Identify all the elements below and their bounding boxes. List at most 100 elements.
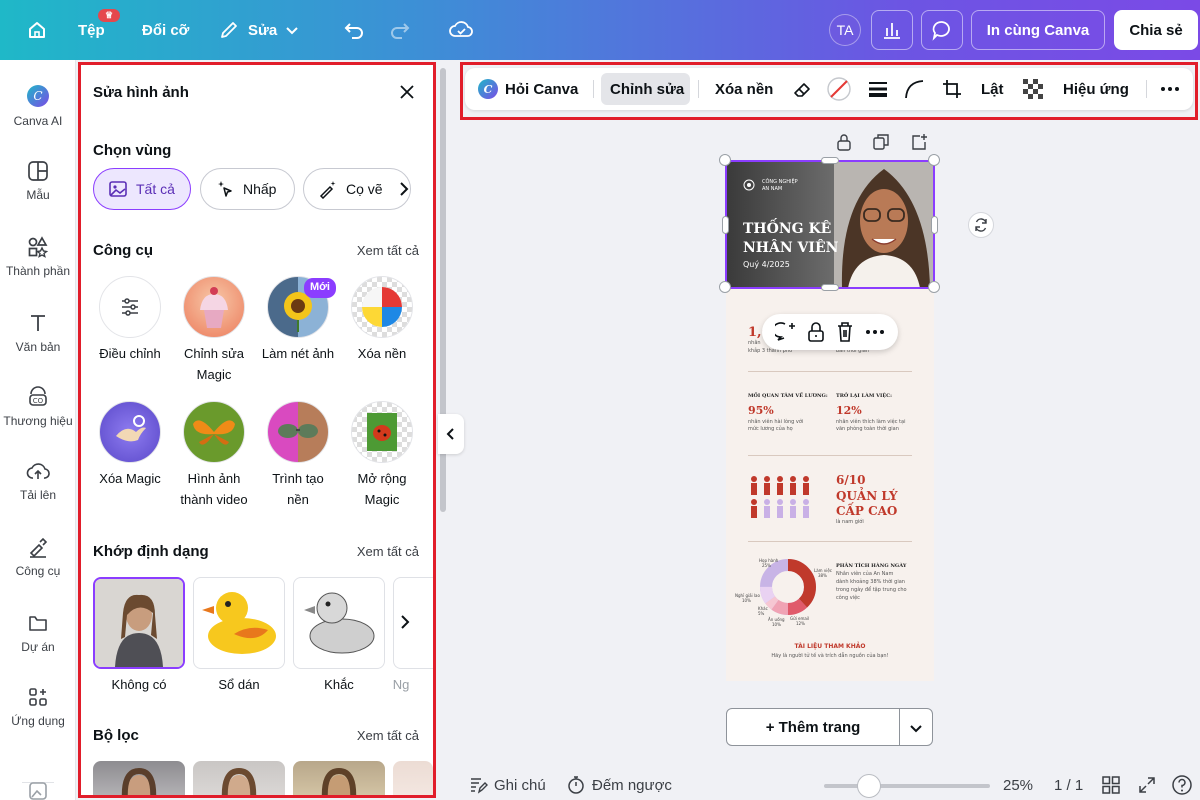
style-card-scrapbook[interactable] bbox=[193, 577, 285, 669]
duplicate-page-icon[interactable] bbox=[872, 133, 890, 151]
tool-magic-edit[interactable]: Chỉnh sửa Magic bbox=[174, 276, 254, 386]
transparency-button[interactable] bbox=[1022, 68, 1044, 110]
lock-icon[interactable] bbox=[806, 321, 826, 343]
file-menu[interactable]: Tệp ♕ bbox=[78, 0, 120, 60]
chip-click[interactable]: Nhấp bbox=[200, 168, 295, 210]
style-card-partial[interactable] bbox=[393, 577, 433, 669]
cupcake-icon bbox=[200, 287, 228, 328]
rail-item-templates[interactable]: Mẫu bbox=[0, 160, 76, 202]
timer-button[interactable]: Đếm ngược bbox=[566, 770, 672, 800]
more-icon[interactable] bbox=[864, 321, 886, 343]
ask-canva-button[interactable]: C Hỏi Canva bbox=[477, 68, 578, 110]
close-icon[interactable] bbox=[397, 82, 417, 102]
see-all-tools-link[interactable]: Xem tất cả bbox=[357, 243, 419, 258]
see-all-filters-link[interactable]: Xem tất cả bbox=[357, 728, 419, 743]
chip-all[interactable]: Tất cả bbox=[93, 168, 191, 210]
edit-image-panel: Sửa hình ảnh Chọn vùng Tất cả Nhấp Cọ vẽ… bbox=[78, 62, 436, 798]
resize-handle-bottom[interactable] bbox=[821, 284, 839, 291]
print-button[interactable]: In cùng Canva bbox=[971, 10, 1105, 50]
resize-handle-top[interactable] bbox=[821, 157, 839, 164]
filter-card[interactable] bbox=[293, 761, 385, 795]
donut-value-other: 5% bbox=[758, 611, 765, 616]
tool-label: Mở rộng bbox=[357, 471, 407, 486]
save-status-button[interactable] bbox=[448, 0, 474, 60]
home-button[interactable] bbox=[22, 0, 52, 60]
add-page-icon[interactable] bbox=[910, 133, 928, 151]
edit-button[interactable]: Chỉnh sửa bbox=[610, 68, 684, 110]
add-page-button[interactable]: + Thêm trang bbox=[726, 708, 933, 746]
rail-item-apps[interactable]: Ứng dụng bbox=[0, 686, 76, 728]
notes-button[interactable]: Ghi chú bbox=[468, 770, 546, 800]
rotate-button[interactable] bbox=[968, 212, 994, 238]
line-weight-icon bbox=[869, 82, 887, 97]
trash-icon[interactable] bbox=[835, 321, 855, 343]
fullscreen-button[interactable] bbox=[1137, 770, 1157, 800]
tool-background-generator[interactable]: Trình tạo nền bbox=[258, 401, 338, 511]
bar-chart-icon bbox=[884, 23, 900, 39]
butterfly-thumb bbox=[183, 401, 245, 463]
help-button[interactable] bbox=[1171, 770, 1193, 800]
filter-card[interactable] bbox=[93, 761, 185, 795]
flip-button[interactable]: Lật bbox=[981, 68, 1004, 110]
rail-item-text[interactable]: Văn bản bbox=[0, 312, 76, 354]
resize-handle-bl[interactable] bbox=[719, 281, 731, 293]
tool-image-to-video[interactable]: Hình ảnh thành video bbox=[174, 401, 254, 511]
rail-item-brand[interactable]: CO Thương hiệu bbox=[0, 386, 76, 428]
insights-button[interactable] bbox=[871, 10, 913, 50]
rail-item-tools[interactable]: Công cụ bbox=[0, 536, 76, 578]
left-rail: C Canva AI Mẫu Thành phần Văn bản CO Thư… bbox=[0, 60, 76, 800]
rail-item-canva-ai[interactable]: C Canva AI bbox=[0, 84, 76, 128]
effects-button[interactable]: Hiệu ứng bbox=[1063, 68, 1129, 110]
border-color-button[interactable] bbox=[826, 68, 852, 110]
zoom-slider[interactable] bbox=[824, 784, 990, 788]
grid-view-button[interactable] bbox=[1101, 770, 1121, 800]
rail-item-elements[interactable]: Thành phần bbox=[0, 236, 76, 278]
resize-handle-tr[interactable] bbox=[928, 154, 940, 166]
filter-card[interactable] bbox=[193, 761, 285, 795]
tool-magic-expand[interactable]: Mở rộng Magic bbox=[342, 401, 422, 511]
more-options-button[interactable] bbox=[1159, 68, 1181, 110]
see-all-styles-link[interactable]: Xem tất cả bbox=[357, 544, 419, 559]
tool-enhance[interactable]: Mới Làm nét ảnh bbox=[258, 276, 338, 365]
tool-label: Hình ảnh bbox=[187, 471, 241, 486]
chip-brush[interactable]: Cọ vẽ bbox=[303, 168, 411, 210]
comment-add-icon[interactable] bbox=[774, 321, 797, 343]
eraser-button[interactable] bbox=[791, 68, 813, 110]
filter-card[interactable] bbox=[393, 761, 433, 795]
tool-bg-remove[interactable]: Xóa nền bbox=[342, 276, 422, 365]
style-card-none[interactable] bbox=[93, 577, 185, 669]
zoom-slider-thumb[interactable] bbox=[857, 774, 881, 798]
corner-rounding-button[interactable] bbox=[903, 68, 925, 110]
share-button[interactable]: Chia sẻ bbox=[1114, 10, 1198, 50]
edit-menu[interactable]: Sửa bbox=[218, 0, 299, 60]
crop-button[interactable] bbox=[941, 68, 963, 110]
style-card-engraving[interactable] bbox=[293, 577, 385, 669]
lock-icon[interactable] bbox=[835, 133, 853, 151]
resize-handle-br[interactable] bbox=[928, 281, 940, 293]
bg-remove-button[interactable]: Xóa nền bbox=[715, 68, 773, 110]
redo-button[interactable] bbox=[388, 0, 412, 60]
resize-menu[interactable]: Đổi cỡ bbox=[142, 0, 189, 60]
resize-handle-left[interactable] bbox=[722, 216, 729, 234]
collapse-panel-button[interactable] bbox=[438, 414, 464, 454]
chevron-right-icon[interactable] bbox=[397, 181, 411, 197]
svg-text:CO: CO bbox=[33, 397, 44, 405]
page-count[interactable]: 1 / 1 bbox=[1054, 770, 1083, 800]
border-style-button[interactable] bbox=[867, 68, 889, 110]
elements-icon bbox=[28, 236, 49, 258]
zoom-percentage[interactable]: 25% bbox=[1003, 770, 1033, 800]
comments-button[interactable] bbox=[921, 10, 963, 50]
tool-adjust[interactable]: Điều chỉnh bbox=[90, 276, 170, 365]
file-label: Tệp bbox=[78, 21, 105, 39]
resize-handle-right[interactable] bbox=[931, 216, 938, 234]
rail-item-projects[interactable]: Dự án bbox=[0, 612, 76, 654]
tool-magic-eraser[interactable]: Xóa Magic bbox=[90, 401, 170, 490]
rail-item-uploads[interactable]: Tải lên bbox=[0, 460, 76, 502]
resize-handle-tl[interactable] bbox=[719, 154, 731, 166]
avatar[interactable]: TA bbox=[829, 14, 861, 46]
undo-button[interactable] bbox=[342, 0, 366, 60]
rail-item-magic-media[interactable] bbox=[0, 780, 76, 800]
chevron-down-icon[interactable] bbox=[909, 721, 923, 735]
adjust-tool-thumb bbox=[99, 276, 161, 338]
dove-icon bbox=[116, 415, 146, 442]
